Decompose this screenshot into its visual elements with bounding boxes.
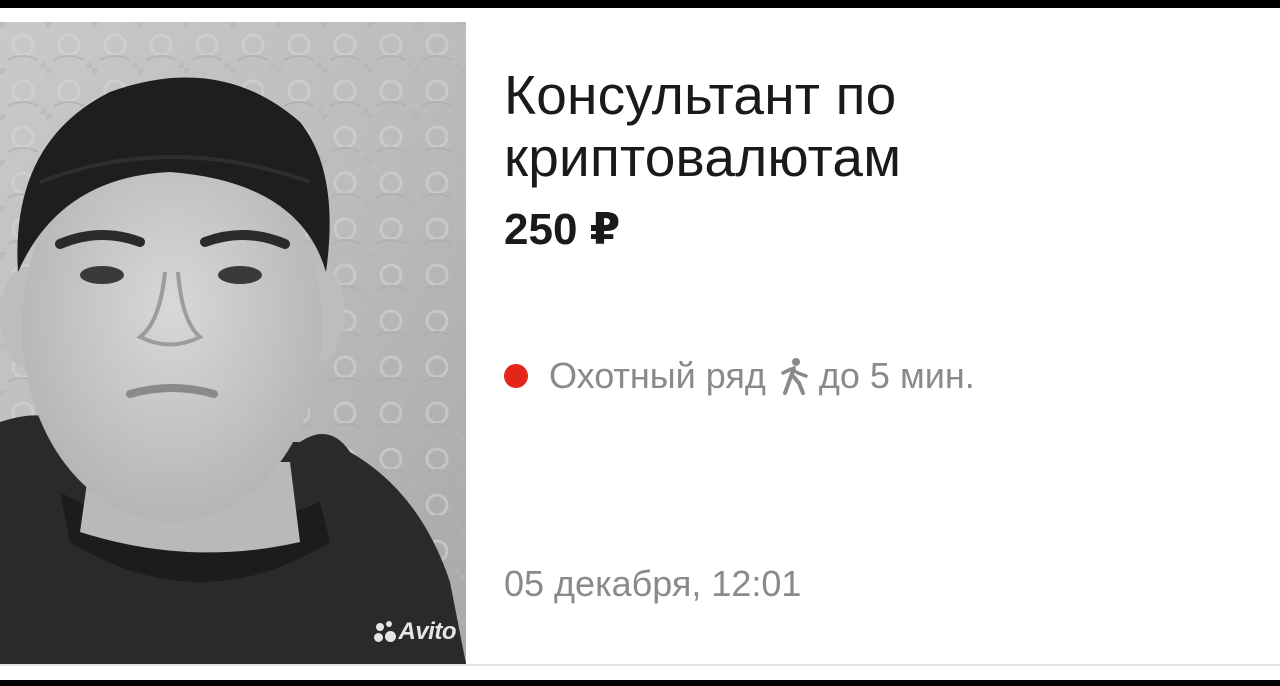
avito-watermark: Avito: [373, 618, 457, 646]
listing-date: 05 декабря, 12:01: [504, 563, 802, 604]
walking-person-icon: [779, 357, 809, 395]
listing-price: 250 ₽: [504, 205, 621, 254]
metro-station-name: Охотный ряд: [549, 355, 766, 396]
watermark-text: Avito: [398, 618, 457, 645]
walk-time: до 5 мин.: [818, 355, 975, 396]
card-divider: [0, 664, 1280, 666]
listing-card[interactable]: Avito Консультант по криптовалютам 250 ₽…: [0, 8, 1280, 680]
listing-info: Консультант по криптовалютам 250 ₽ Охотн…: [504, 64, 1224, 604]
listing-title[interactable]: Консультант по криптовалютам: [504, 64, 1224, 188]
metro-location: Охотный ряд до 5 мин.: [504, 354, 975, 398]
listing-photo[interactable]: Avito: [0, 22, 466, 664]
metro-line-dot-icon: [504, 364, 528, 388]
person-photo-image: [0, 22, 466, 664]
avito-logo-icon: [373, 621, 396, 643]
